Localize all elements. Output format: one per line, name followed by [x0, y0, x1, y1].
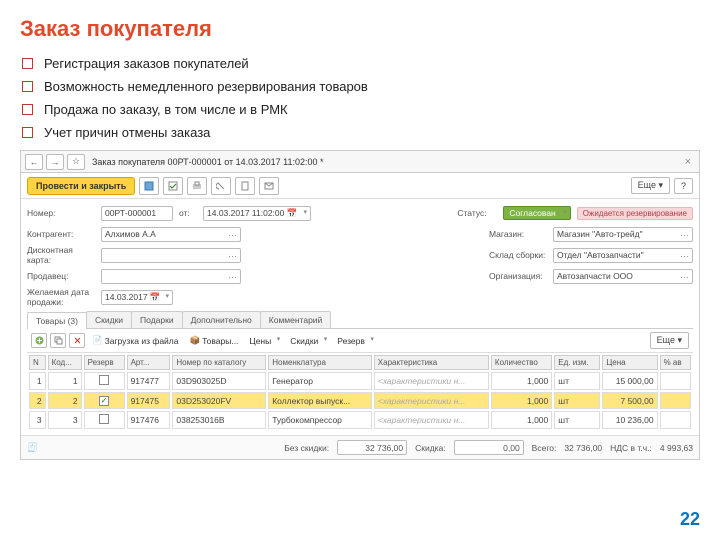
counterparty-field[interactable]: Алхимов А.А — [101, 227, 241, 242]
discount-card-field[interactable] — [101, 248, 241, 263]
store-field[interactable]: Магазин "Авто-трейд" — [553, 227, 693, 242]
total-value: 32 736,00 — [564, 443, 602, 453]
tab-more-button[interactable]: Еще ▾ — [650, 332, 689, 349]
no-discount-label: Без скидки: — [284, 443, 329, 453]
print-button[interactable] — [187, 177, 207, 195]
goods-grid[interactable]: NКод...РезервАрт...Номер по каталогуНоме… — [27, 353, 693, 431]
copy-row-button[interactable] — [50, 333, 66, 348]
form-area: Номер: 00РТ-000001 от: 14.03.2017 11:02:… — [21, 199, 699, 435]
bullet-item: Учет причин отмены заказа — [20, 125, 700, 140]
bullet-item: Продажа по заказу, в том числе и в РМК — [20, 102, 700, 117]
warehouse-field[interactable]: Отдел "Автозапчасти" — [553, 248, 693, 263]
grid-header[interactable]: Код... — [48, 355, 82, 370]
org-field[interactable]: Автозапчасти ООО — [553, 269, 693, 284]
bullet-item: Регистрация заказов покупателей — [20, 56, 700, 71]
desired-date-field[interactable]: 14.03.2017 📅 — [101, 290, 173, 305]
reserve-dropdown[interactable]: Резерв — [333, 334, 377, 348]
tab-additional[interactable]: Дополнительно — [182, 311, 261, 328]
table-row[interactable]: 22✓91747503D253020FVКоллектор выпуск...<… — [29, 392, 691, 409]
grid-header[interactable]: Количество — [491, 355, 552, 370]
grid-header[interactable]: Ед. изм. — [554, 355, 600, 370]
add-row-button[interactable] — [31, 333, 47, 348]
load-from-file-button[interactable]: 📄 Загрузка из файла — [88, 333, 183, 348]
status-badge: Ожидается резервирование — [577, 207, 693, 220]
tab-toolbar: 📄 Загрузка из файла 📦 Товары... Цены Ски… — [27, 329, 693, 353]
discount-value: 0,00 — [454, 440, 524, 455]
grid-header[interactable]: N — [29, 355, 46, 370]
report-button[interactable] — [235, 177, 255, 195]
grid-header[interactable]: Арт... — [127, 355, 171, 370]
post-button[interactable] — [163, 177, 183, 195]
back-button[interactable]: ← — [25, 154, 43, 170]
number-field[interactable]: 00РТ-000001 — [101, 206, 173, 221]
more-button[interactable]: Еще ▾ — [631, 177, 670, 194]
seller-field[interactable] — [101, 269, 241, 284]
seller-label: Продавец: — [27, 271, 95, 281]
close-button[interactable]: × — [681, 156, 695, 168]
from-label: от: — [179, 208, 197, 218]
bullet-item: Возможность немедленного резервирования … — [20, 79, 700, 94]
page-number: 22 — [680, 509, 700, 530]
discounts-dropdown[interactable]: Скидки — [286, 334, 330, 348]
tab-comment[interactable]: Комментарий — [260, 311, 332, 328]
tab-goods[interactable]: Товары (3) — [27, 312, 87, 329]
delete-row-button[interactable] — [69, 333, 85, 348]
window-title: Заказ покупателя 00РТ-000001 от 14.03.20… — [92, 157, 678, 167]
table-row[interactable]: 1191747703D903025DГенератор<характеристи… — [29, 372, 691, 390]
tabs: Товары (3) Скидки Подарки Дополнительно … — [27, 311, 693, 329]
status-dropdown[interactable]: Согласован — [503, 206, 570, 220]
prices-dropdown[interactable]: Цены — [245, 334, 283, 348]
goods-button[interactable]: 📦 Товары... — [186, 333, 243, 348]
email-button[interactable] — [259, 177, 279, 195]
window-toolbar: ← → ☆ Заказ покупателя 00РТ-000001 от 14… — [21, 151, 699, 173]
date-field[interactable]: 14.03.2017 11:02:00 📅 — [203, 206, 311, 221]
total-label: Всего: — [532, 443, 557, 453]
status-label: Статус: — [457, 208, 497, 218]
post-and-close-button[interactable]: Провести и закрыть — [27, 177, 135, 195]
tab-discounts[interactable]: Скидки — [86, 311, 132, 328]
favorite-button[interactable]: ☆ — [67, 154, 85, 170]
no-discount-value: 32 736,00 — [337, 440, 407, 455]
grid-header[interactable]: % ав — [660, 355, 691, 370]
grid-header[interactable]: Номенклатура — [268, 355, 372, 370]
grid-header[interactable]: Резерв — [84, 355, 125, 370]
vat-value: 4 993,63 — [660, 443, 693, 453]
vat-label: НДС в т.ч.: — [610, 443, 652, 453]
grid-header[interactable]: Цена — [602, 355, 657, 370]
save-button[interactable] — [139, 177, 159, 195]
action-bar: Провести и закрыть Еще ▾ ? — [21, 173, 699, 199]
desired-date-label: Желаемая дата продажи: — [27, 287, 95, 307]
grid-header[interactable]: Номер по каталогу — [172, 355, 266, 370]
warehouse-label: Склад сборки: — [489, 250, 547, 260]
discount-card-label: Дисконтная карта: — [27, 245, 95, 265]
counterparty-label: Контрагент: — [27, 229, 95, 239]
discount-label: Скидка: — [415, 443, 446, 453]
number-label: Номер: — [27, 208, 95, 218]
org-label: Организация: — [489, 271, 547, 281]
forward-button[interactable]: → — [46, 154, 64, 170]
table-row[interactable]: 33917476038253016BТурбокомпрессор<характ… — [29, 411, 691, 429]
totals-bar: 🧾 Без скидки: 32 736,00 Скидка: 0,00 Все… — [21, 435, 699, 459]
store-label: Магазин: — [489, 229, 547, 239]
tab-gifts[interactable]: Подарки — [131, 311, 183, 328]
grid-header[interactable]: Характеристика — [374, 355, 489, 370]
help-button[interactable]: ? — [674, 178, 693, 194]
bullet-list: Регистрация заказов покупателей Возможно… — [20, 56, 700, 140]
slide-title: Заказ покупателя — [20, 16, 700, 42]
files-button[interactable] — [211, 177, 231, 195]
stamp-icon: 🧾 — [27, 442, 38, 453]
app-window: ← → ☆ Заказ покупателя 00РТ-000001 от 14… — [20, 150, 700, 460]
